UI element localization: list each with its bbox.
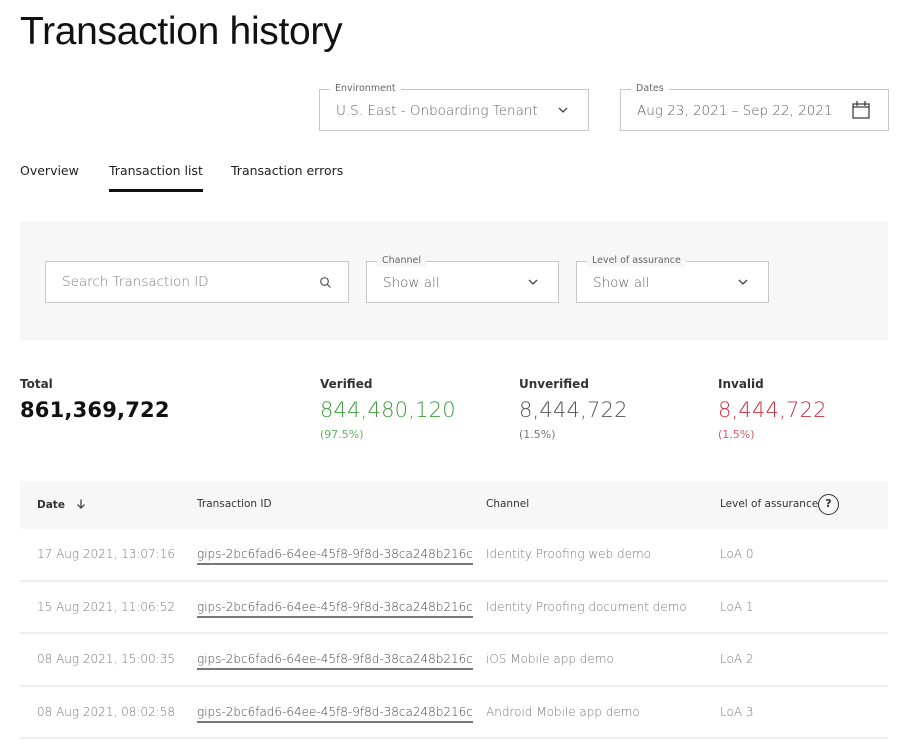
page-title: Transaction history xyxy=(20,10,343,53)
cell-channel: iOS Mobile app demo xyxy=(486,652,614,666)
stat-invalid-value: 8,444,722 xyxy=(718,398,827,422)
chevron-down-icon xyxy=(558,107,568,113)
transaction-id-link[interactable]: gips-2bc6fad6-64ee-45f8-9f8d-38ca248b216… xyxy=(197,705,473,723)
transaction-id-link[interactable]: gips-2bc6fad6-64ee-45f8-9f8d-38ca248b216… xyxy=(197,547,473,565)
chevron-down-icon xyxy=(528,279,538,285)
table-body: 17 Aug 2021, 13:07:16 gips-2bc6fad6-64ee… xyxy=(20,529,888,739)
cell-date: 17 Aug 2021, 13:07:16 xyxy=(37,547,175,561)
column-header-transaction-id: Transaction ID xyxy=(197,498,272,510)
tab-transaction-errors[interactable]: Transaction errors xyxy=(231,163,343,178)
filter-panel: Search Transaction ID Channel Show all L… xyxy=(20,222,888,341)
stat-total-value: 861,369,722 xyxy=(20,398,170,422)
channel-select[interactable]: Channel Show all xyxy=(366,255,559,303)
stat-invalid: Invalid 8,444,722 (1.5%) xyxy=(718,377,827,441)
transaction-id-link[interactable]: gips-2bc6fad6-64ee-45f8-9f8d-38ca248b216… xyxy=(197,600,473,618)
loa-label: Level of assurance xyxy=(587,255,686,267)
stat-unverified-label: Unverified xyxy=(519,377,589,391)
stat-invalid-percent: (1.5%) xyxy=(718,428,755,441)
date-range-picker[interactable]: Dates Aug 23, 2021 – Sep 22, 2021 xyxy=(620,83,889,131)
help-icon[interactable]: ? xyxy=(818,494,839,515)
loa-select[interactable]: Level of assurance Show all xyxy=(576,255,769,303)
table-row: 17 Aug 2021, 13:07:16 gips-2bc6fad6-64ee… xyxy=(20,529,888,582)
cell-channel: Identity Proofing web demo xyxy=(486,547,652,561)
cell-date: 08 Aug 2021, 08:02:58 xyxy=(37,704,175,719)
environment-value: U.S. East - Onboarding Tenant xyxy=(336,103,538,119)
column-header-date[interactable]: Date xyxy=(37,498,87,511)
search-placeholder: Search Transaction ID xyxy=(62,274,209,290)
search-input[interactable]: Search Transaction ID xyxy=(45,261,349,303)
channel-value: Show all xyxy=(383,275,440,291)
transaction-id-link[interactable]: gips-2bc6fad6-64ee-45f8-9f8d-38ca248b216… xyxy=(197,652,473,670)
stat-total-label: Total xyxy=(20,377,53,391)
dates-label: Dates xyxy=(631,83,669,95)
cell-loa: LoA 1 xyxy=(720,599,754,614)
dates-value: Aug 23, 2021 – Sep 22, 2021 xyxy=(637,103,833,119)
stat-verified-percent: (97.5%) xyxy=(320,428,364,441)
table-header: Date Transaction ID Channel Level of ass… xyxy=(20,481,888,529)
cell-date: 15 Aug 2021, 11:06:52 xyxy=(37,599,175,614)
cell-loa: LoA 0 xyxy=(720,547,754,561)
tab-overview[interactable]: Overview xyxy=(20,163,79,178)
search-icon[interactable] xyxy=(319,276,332,289)
stat-total: Total 861,369,722 xyxy=(20,377,170,423)
cell-loa: LoA 3 xyxy=(720,704,754,719)
column-header-channel: Channel xyxy=(486,498,530,510)
sort-descending-icon[interactable] xyxy=(75,498,87,510)
table-row: 15 Aug 2021, 11:06:52 gips-2bc6fad6-64ee… xyxy=(20,582,888,634)
stat-verified-value: 844,480,120 xyxy=(320,398,456,422)
calendar-icon[interactable] xyxy=(851,100,871,120)
stat-unverified-percent: (1.5%) xyxy=(519,428,556,441)
table-row: 08 Aug 2021, 15:00:35 gips-2bc6fad6-64ee… xyxy=(20,634,888,687)
transactions-table: Date Transaction ID Channel Level of ass… xyxy=(20,481,888,739)
environment-label: Environment xyxy=(330,83,401,95)
stat-unverified-value: 8,444,722 xyxy=(519,398,628,422)
environment-select[interactable]: Environment U.S. East - Onboarding Tenan… xyxy=(319,83,589,131)
stat-unverified: Unverified 8,444,722 (1.5%) xyxy=(519,377,628,441)
stat-verified-label: Verified xyxy=(320,377,373,391)
column-header-date-label: Date xyxy=(37,499,65,511)
table-row: 08 Aug 2021, 08:02:58 gips-2bc6fad6-64ee… xyxy=(20,687,888,739)
tab-transaction-list[interactable]: Transaction list xyxy=(109,163,203,192)
channel-label: Channel xyxy=(377,255,427,267)
chevron-down-icon xyxy=(738,279,748,285)
column-header-loa: Level of assurance xyxy=(720,498,819,510)
cell-channel: Android Mobile app demo xyxy=(486,704,640,719)
stat-verified: Verified 844,480,120 (97.5%) xyxy=(320,377,456,441)
cell-loa: LoA 2 xyxy=(720,652,754,666)
cell-channel: Identity Proofing document demo xyxy=(486,599,687,614)
stat-invalid-label: Invalid xyxy=(718,377,764,391)
cell-date: 08 Aug 2021, 15:00:35 xyxy=(37,652,175,666)
loa-value: Show all xyxy=(593,275,650,291)
